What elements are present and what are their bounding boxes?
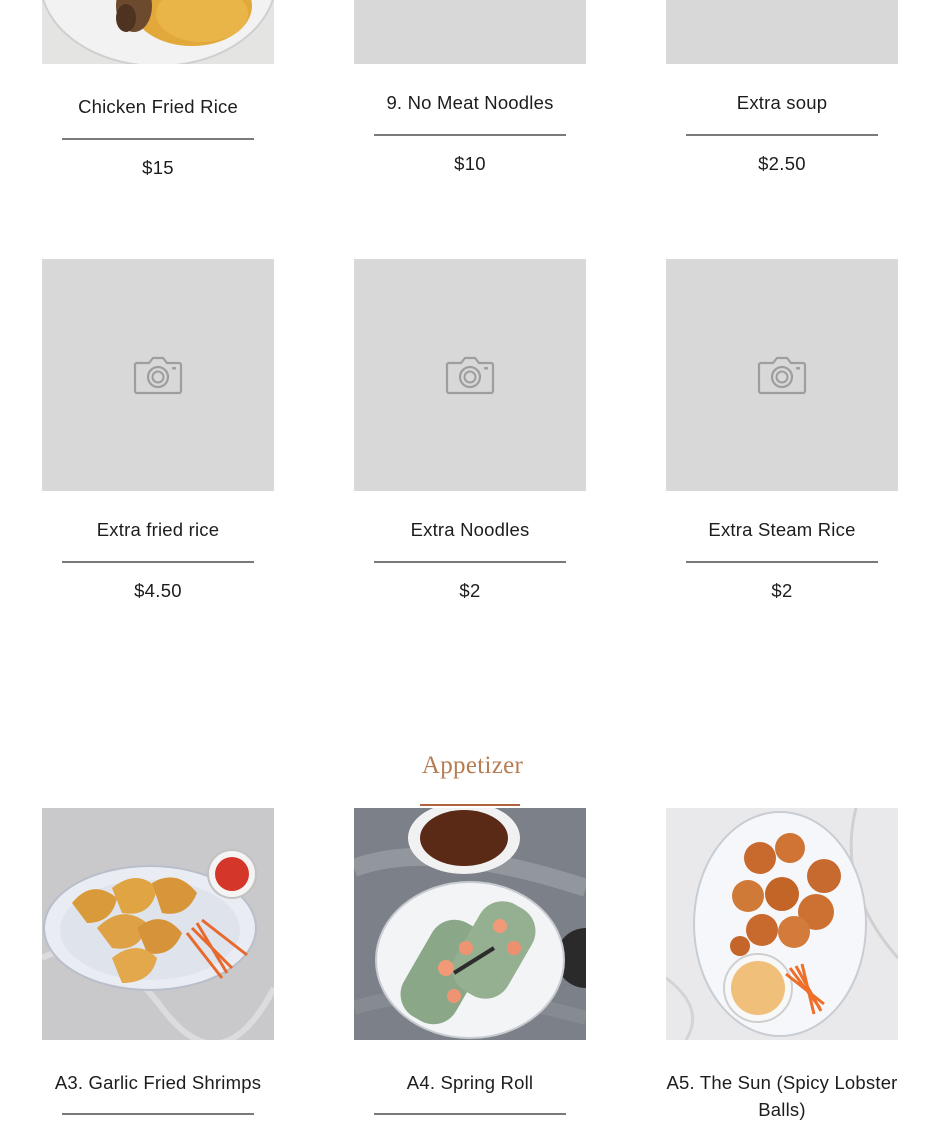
fried-shrimp-photo[interactable]: [42, 808, 274, 1040]
image-placeholder[interactable]: [666, 259, 898, 491]
camera-icon: [757, 356, 807, 395]
divider: [374, 1113, 566, 1115]
item-name: Chicken Fried Rice: [78, 96, 238, 117]
fried-rice-photo[interactable]: [42, 0, 274, 64]
item-name: Extra Steam Rice: [708, 519, 856, 540]
divider: [374, 134, 566, 136]
item-name: 9. No Meat Noodles: [386, 92, 554, 113]
section-title: Appetizer: [421, 752, 524, 779]
item-name: A5. The Sun (Spicy Lobster Balls): [666, 1072, 898, 1120]
lobster-balls-photo[interactable]: [666, 808, 898, 1040]
item-name: Extra fried rice: [96, 519, 220, 540]
item-name: A4. Spring Roll: [406, 1072, 534, 1093]
item-name: A3. Garlic Fried Shrimps: [54, 1072, 262, 1093]
image-placeholder[interactable]: [354, 259, 586, 491]
item-price: $2.50: [758, 153, 806, 174]
item-name: Extra Noodles: [410, 519, 530, 540]
divider: [374, 561, 566, 563]
item-name: Extra soup: [736, 92, 828, 113]
camera-icon: [133, 356, 183, 395]
divider: [62, 1113, 254, 1115]
item-price: $15: [142, 157, 174, 178]
item-price: $2: [459, 580, 481, 601]
spring-roll-photo[interactable]: [354, 808, 586, 1040]
divider: [62, 138, 254, 140]
image-placeholder[interactable]: [666, 0, 898, 64]
item-price: $10: [454, 153, 486, 174]
image-placeholder[interactable]: [354, 0, 586, 64]
item-price: $2: [771, 580, 793, 601]
image-placeholder[interactable]: [42, 259, 274, 491]
section-underline: [420, 804, 520, 806]
camera-icon: [445, 356, 495, 395]
divider: [686, 561, 878, 563]
divider: [62, 561, 254, 563]
divider: [686, 134, 878, 136]
item-price: $4.50: [134, 580, 182, 601]
